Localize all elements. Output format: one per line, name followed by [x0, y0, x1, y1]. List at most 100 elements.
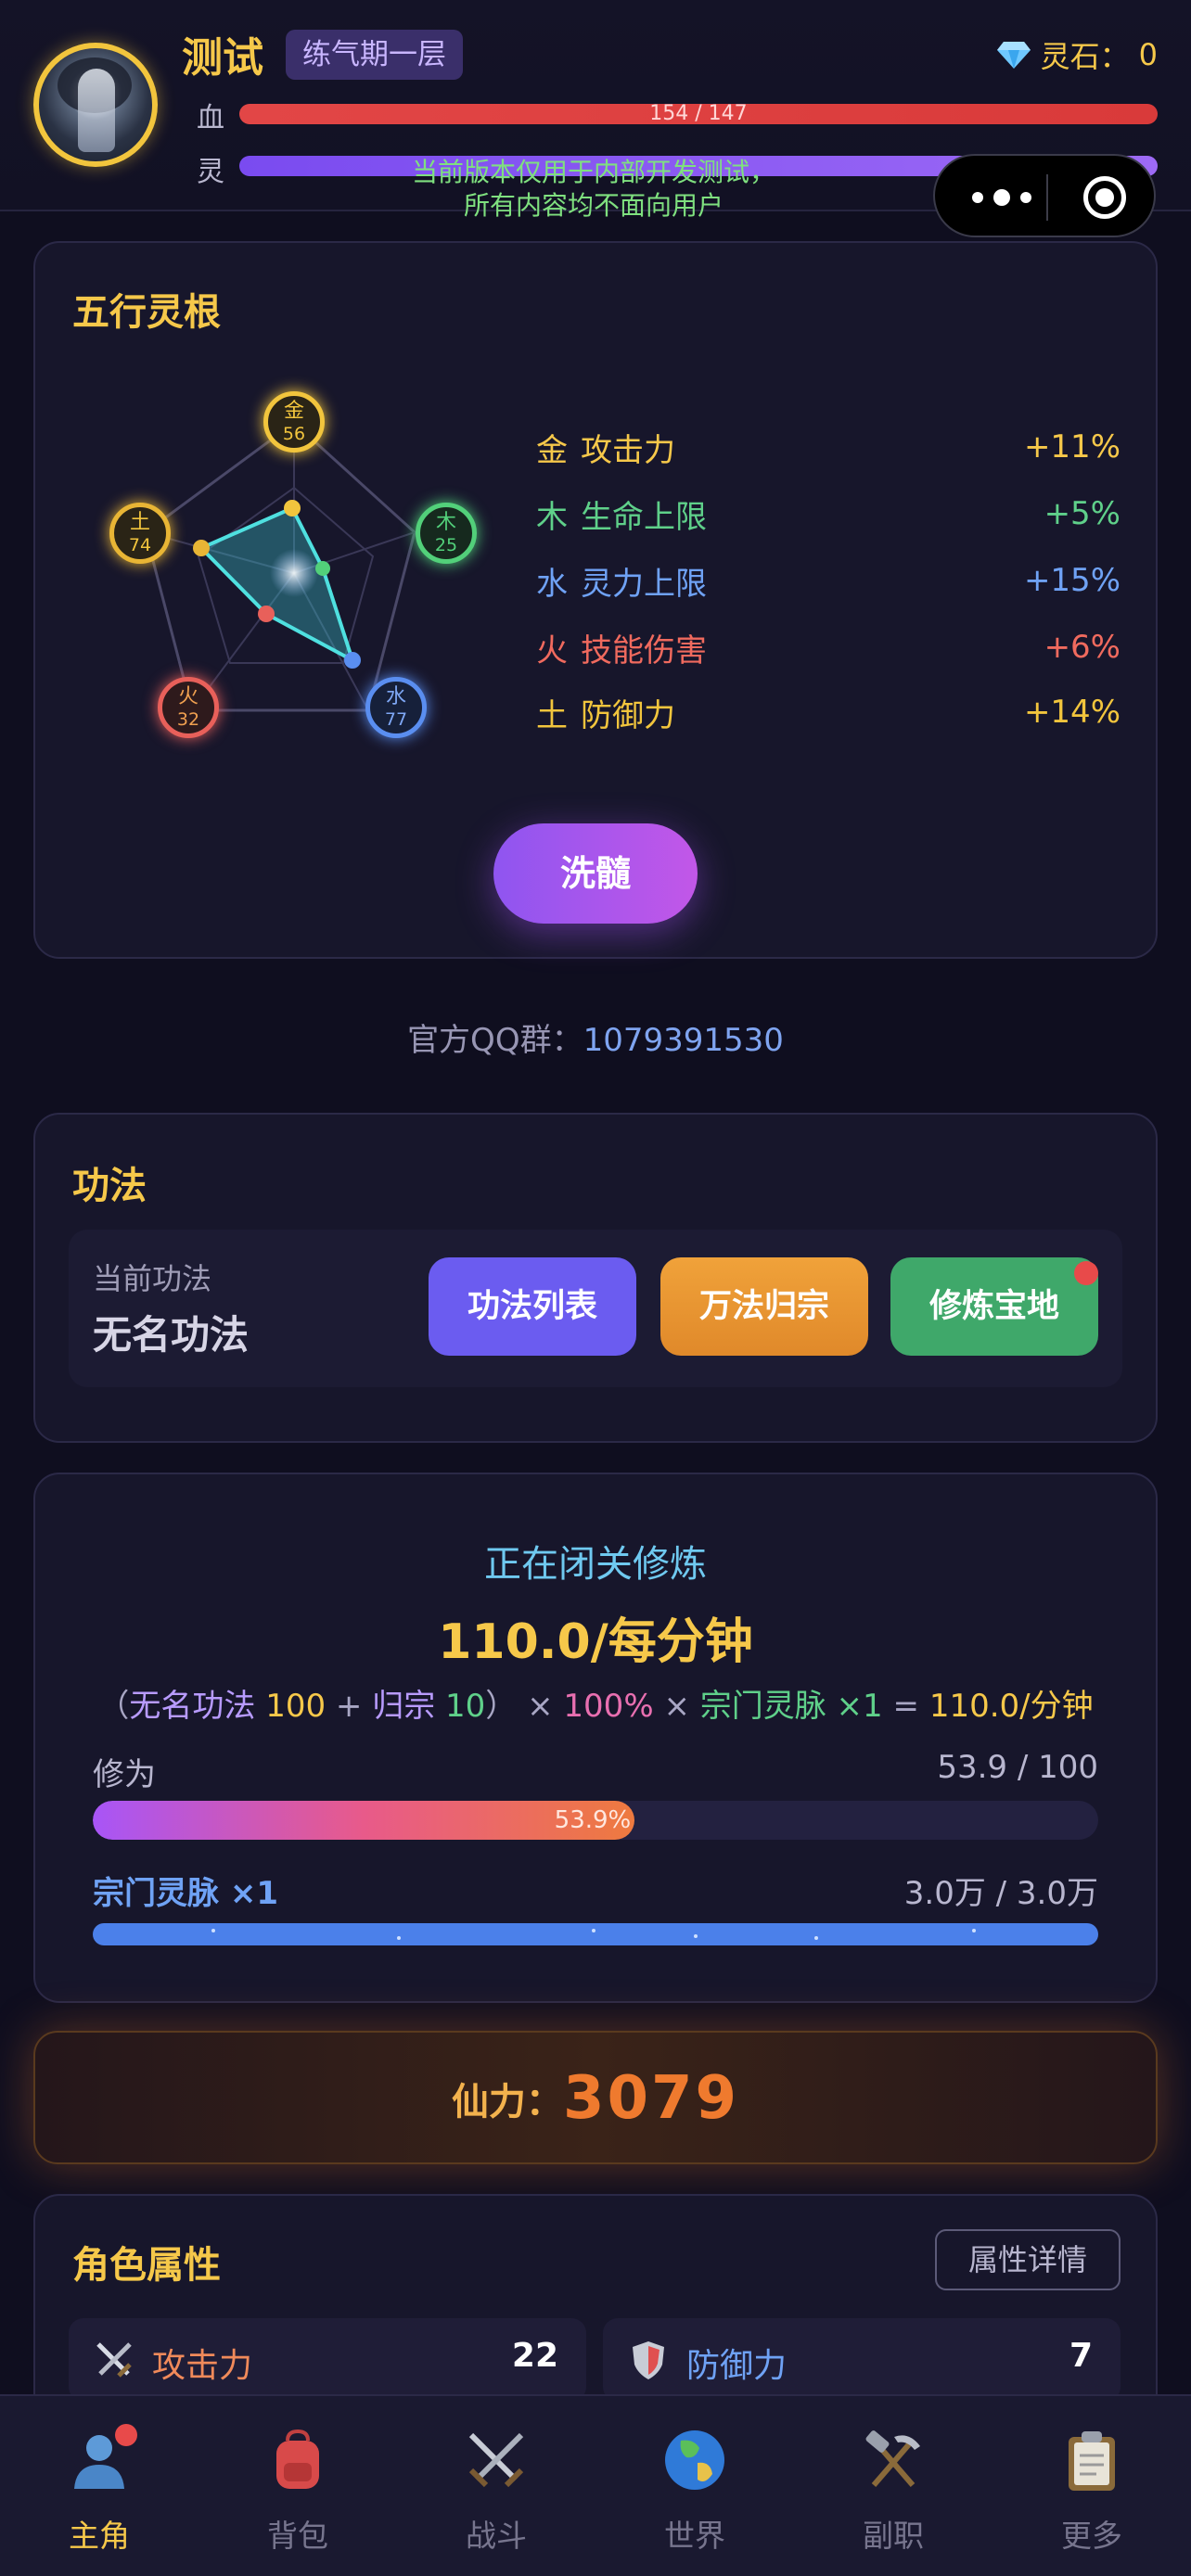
formula-tech-value: 100: [265, 1688, 327, 1725]
xiuwei-label: 修为: [93, 1756, 156, 1793]
formula-close: ）: [485, 1688, 518, 1725]
wash-marrow-button[interactable]: 洗髓: [493, 823, 698, 924]
node-earth: 土 74: [109, 503, 171, 564]
nav-label: 背包: [267, 2518, 328, 2554]
bonus-row-water: 水灵力上限 +15%: [536, 553, 1121, 608]
xiuwei-progress-pct: 53.9%: [554, 1806, 632, 1834]
node-wood-name: 木: [435, 511, 456, 534]
bottom-nav: 主角 背包 战斗 世界 副职 更多: [0, 2394, 1191, 2576]
formula-guizong-value: 10: [445, 1688, 486, 1725]
formula-result: 110.0/分钟: [928, 1688, 1094, 1725]
nav-item-battle[interactable]: 战斗: [397, 2396, 596, 2576]
bonus-element: 火: [536, 631, 568, 670]
sect-vein-value: 3.0万 / 3.0万: [903, 1875, 1098, 1912]
formula-equals: =: [892, 1688, 920, 1725]
sect-vein-label: 宗门灵脉 ×1: [93, 1875, 278, 1912]
node-earth-name: 土: [129, 511, 150, 534]
bonus-element: 土: [536, 696, 568, 734]
formula-pct: 100%: [563, 1688, 654, 1725]
immortal-power-banner: 仙力：3079: [33, 2031, 1158, 2164]
capsule-divider: [1046, 174, 1048, 221]
cultivation-status: 正在闭关修炼: [484, 1543, 707, 1586]
bonus-element: 木: [536, 498, 568, 536]
cultivation-formula: （无名功法 100 + 归宗 10） × 100% × 宗门灵脉 ×1 = 11…: [33, 1680, 1158, 1726]
defense-value: 7: [1069, 2337, 1093, 2375]
nav-label: 世界: [664, 2518, 725, 2554]
formula-guizong-name: 归宗: [372, 1688, 436, 1725]
bonus-row-wood: 木生命上限 +5%: [536, 486, 1121, 542]
technique-title: 功法: [72, 1165, 147, 1207]
close-target-icon[interactable]: [1083, 176, 1126, 219]
sect-vein-progress: [93, 1923, 1098, 1945]
node-water: 水 77: [365, 677, 427, 738]
nav-item-backpack[interactable]: 背包: [198, 2396, 397, 2576]
hp-bar: 154 / 147: [239, 102, 1158, 125]
avatar[interactable]: [33, 43, 158, 167]
bonus-value: +15%: [1023, 562, 1121, 599]
formula-vein: 宗门灵脉 ×1: [699, 1688, 883, 1725]
all-methods-button[interactable]: 万法归宗: [660, 1257, 868, 1356]
bonus-element: 金: [536, 431, 568, 469]
cultivation-rate: 110.0/每分钟: [438, 1614, 753, 1670]
bonus-value: +14%: [1023, 694, 1121, 731]
nav-notification-dot: [115, 2424, 137, 2446]
nav-item-more[interactable]: 更多: [992, 2396, 1191, 2576]
node-wood: 木 25: [416, 503, 477, 564]
formula-times-1: ×: [527, 1688, 554, 1725]
power-value: 3079: [562, 2064, 740, 2133]
crossed-swords-icon: [468, 2432, 524, 2488]
bonus-value: +11%: [1023, 428, 1121, 465]
node-metal-value: 56: [282, 424, 306, 444]
attack-label: 攻击力: [152, 2347, 253, 2385]
attack-value: 22: [511, 2337, 558, 2375]
technique-list-button[interactable]: 功法列表: [429, 1257, 636, 1356]
qq-group: 官方QQ群：1079391530: [0, 1014, 1191, 1060]
spirit-stone-counter: 灵石： 0: [996, 33, 1158, 76]
node-water-value: 77: [384, 709, 408, 730]
attribute-details-button[interactable]: 属性详情: [935, 2229, 1121, 2290]
nav-item-sidejob[interactable]: 副职: [794, 2396, 992, 2576]
miniprogram-capsule: [933, 154, 1156, 237]
hp-label: 血: [197, 102, 224, 134]
shield-icon: [633, 2341, 664, 2379]
player-name: 测试: [182, 34, 263, 82]
globe-icon: [665, 2430, 724, 2490]
nav-item-world[interactable]: 世界: [596, 2396, 794, 2576]
notification-dot: [1074, 1261, 1098, 1285]
more-dots-icon[interactable]: [967, 182, 1037, 213]
xiuwei-progress-track: 53.9%: [93, 1801, 1098, 1840]
bonus-row-metal: 金攻击力 +11%: [536, 419, 1121, 475]
spirit-stone-label: 灵石：: [1040, 39, 1130, 74]
bonus-stat: 灵力上限: [581, 565, 707, 603]
nav-label: 战斗: [466, 2518, 527, 2554]
node-fire-value: 32: [176, 709, 200, 730]
notice-line-1: 当前版本仅用于内部开发测试，: [411, 157, 775, 187]
training-ground-button[interactable]: 修炼宝地: [890, 1257, 1098, 1356]
attribute-defense: 防御力 7: [603, 2318, 1121, 2402]
spirit-stone-value: 0: [1138, 37, 1158, 72]
qq-number[interactable]: 1079391530: [583, 1022, 784, 1059]
wuxing-title: 五行灵根: [72, 291, 221, 334]
node-metal-name: 金: [283, 400, 304, 423]
current-technique-label: 当前功法: [93, 1261, 212, 1296]
node-fire-name: 火: [177, 685, 198, 708]
nav-item-hero[interactable]: 主角: [0, 2396, 198, 2576]
power-label: 仙力：: [451, 2081, 563, 2123]
node-water-name: 水: [385, 685, 406, 708]
nav-label: 主角: [69, 2518, 130, 2554]
node-wood-value: 25: [434, 535, 458, 555]
bonus-value: +6%: [1044, 629, 1121, 666]
node-fire: 火 32: [158, 677, 219, 738]
bonus-stat: 防御力: [581, 696, 675, 734]
node-earth-value: 74: [128, 535, 152, 555]
node-metal: 金 56: [263, 391, 325, 453]
xiuwei-value: 53.9 / 100: [937, 1749, 1098, 1786]
bonus-stat: 生命上限: [581, 498, 707, 536]
hammer-pick-icon: [865, 2430, 920, 2487]
hp-text: 154 / 147: [649, 102, 748, 125]
formula-times-2: ×: [663, 1688, 690, 1725]
bonus-row-earth: 土防御力 +14%: [536, 684, 1121, 740]
realm-badge: 练气期一层: [286, 30, 463, 80]
attributes-title: 角色属性: [72, 2244, 221, 2287]
dev-notice: 当前版本仅用于内部开发测试， 所有内容均不面向用户: [278, 156, 909, 223]
